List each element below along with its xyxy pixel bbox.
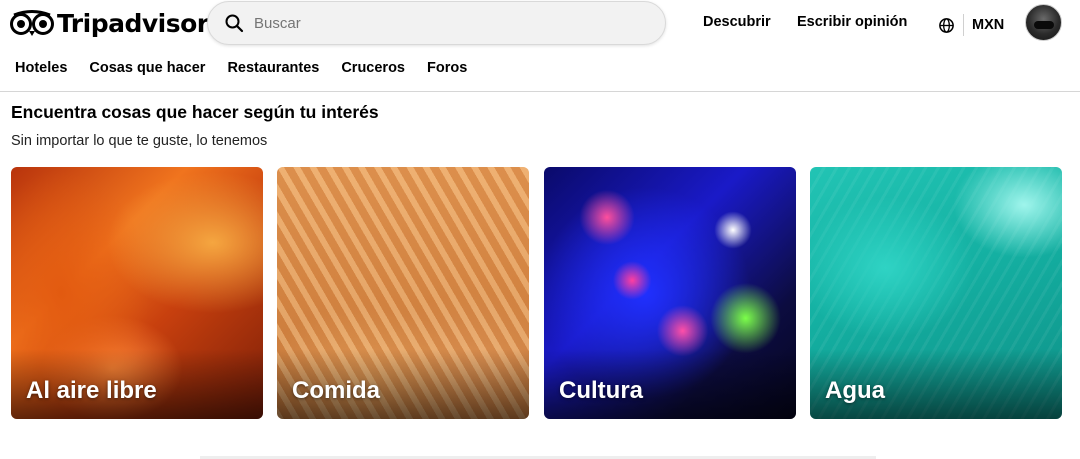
section-subtitle: Sin importar lo que te guste, lo tenemos <box>11 133 268 149</box>
search-icon <box>225 14 244 33</box>
owl-logo-icon <box>10 10 54 36</box>
nav-item-cruises[interactable]: Cruceros <box>341 60 405 84</box>
locale-divider <box>963 14 964 36</box>
category-card-water[interactable]: Agua <box>810 167 1062 419</box>
category-card-food[interactable]: Comida <box>277 167 529 419</box>
brand-name: Tripadvisor <box>57 8 209 38</box>
nav-item-things-to-do[interactable]: Cosas que hacer <box>89 60 205 84</box>
user-avatar[interactable] <box>1025 4 1062 41</box>
nav-item-hotels[interactable]: Hoteles <box>15 60 67 84</box>
card-label: Cultura <box>559 377 643 404</box>
discover-link[interactable]: Descubrir <box>703 14 771 30</box>
card-label: Al aire libre <box>26 377 157 404</box>
search-input[interactable] <box>254 14 614 32</box>
header-divider <box>0 91 1080 92</box>
section-title: Encuentra cosas que hacer según tu inter… <box>11 102 379 122</box>
nav-item-restaurants[interactable]: Restaurantes <box>227 60 319 84</box>
category-card-outdoors[interactable]: Al aire libre <box>11 167 263 419</box>
category-card-culture[interactable]: Cultura <box>544 167 796 419</box>
tripadvisor-logo[interactable]: Tripadvisor <box>10 8 209 38</box>
globe-icon <box>939 17 954 33</box>
write-review-link[interactable]: Escribir opinión <box>797 14 907 30</box>
card-label: Comida <box>292 377 381 404</box>
currency-label: MXN <box>972 17 1005 33</box>
search-bar[interactable] <box>207 1 666 45</box>
nav-item-forums[interactable]: Foros <box>427 60 467 84</box>
locale-selector[interactable]: MXN <box>938 14 1004 36</box>
card-label: Agua <box>825 377 885 404</box>
top-header: Tripadvisor Descubrir Escribir opinión M… <box>0 0 1080 48</box>
main-nav: Hoteles Cosas que hacer Restaurantes Cru… <box>0 60 474 84</box>
